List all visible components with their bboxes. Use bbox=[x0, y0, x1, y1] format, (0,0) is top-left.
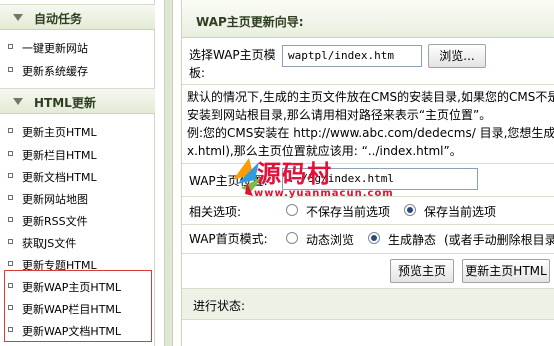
location-input[interactable]: ../3g/index.html bbox=[282, 168, 478, 190]
menu-item-update-wap-column-html[interactable]: 更新WAP栏目HTML bbox=[0, 298, 150, 318]
menu-item-update-cache[interactable]: 更新系统缓存 bbox=[0, 60, 150, 80]
browse-button[interactable]: 浏览... bbox=[428, 44, 486, 68]
divider bbox=[182, 84, 554, 85]
divider bbox=[182, 163, 554, 164]
menu-item-update-column-html[interactable]: 更新栏目HTML bbox=[0, 144, 150, 164]
bullet-icon bbox=[8, 67, 13, 72]
preview-home-button[interactable]: 预览主页 bbox=[390, 259, 454, 283]
status-label: 进行状态: bbox=[193, 299, 246, 313]
mode-note: (或者手动删除根目录 bbox=[444, 233, 554, 247]
menu-item-label: 更新WAP文档HTML bbox=[22, 325, 122, 338]
menu-item-label: 获取JS文件 bbox=[22, 237, 77, 250]
mode-static-radio[interactable] bbox=[368, 232, 380, 244]
section-auto-tasks-header[interactable]: 自动任务 bbox=[0, 4, 155, 30]
menu-item-label: 更新WAP栏目HTML bbox=[22, 303, 122, 316]
option-save-radio[interactable] bbox=[404, 204, 416, 216]
mode-label: WAP首页模式: bbox=[189, 232, 268, 246]
menu-item-update-doc-html[interactable]: 更新文档HTML bbox=[0, 166, 150, 186]
main-panel: WAP主页更新向导: 选择WAP主页模 板: waptpl/index.htm … bbox=[181, 0, 554, 346]
menu-item-label: 更新栏目HTML bbox=[22, 149, 97, 162]
frame-splitter[interactable] bbox=[156, 0, 180, 346]
status-bar: 进行状态: bbox=[182, 288, 554, 320]
help-text: 默认的情况下,生成的主页文件放在CMS的安装目录,如果您的CMS不是 安装到网站… bbox=[187, 88, 554, 160]
menu-item-label: 更新主页HTML bbox=[22, 126, 97, 139]
help-line: 默认的情况下,生成的主页文件放在CMS的安装目录,如果您的CMS不是 bbox=[187, 90, 554, 104]
template-label-line1: 选择WAP主页模 bbox=[189, 48, 276, 62]
mode-static-label[interactable]: 生成静态 bbox=[388, 231, 436, 248]
bullet-icon bbox=[8, 217, 13, 222]
splitter-bar[interactable] bbox=[164, 0, 173, 346]
panel-header: WAP主页更新向导: bbox=[182, 0, 554, 38]
bullet-icon bbox=[8, 327, 13, 332]
bullet-icon bbox=[8, 261, 13, 266]
menu-item-label: 更新系统缓存 bbox=[22, 65, 88, 78]
bullet-icon bbox=[8, 283, 13, 288]
options-label: 相关选项: bbox=[189, 205, 242, 219]
update-home-html-button[interactable]: 更新主页HTML bbox=[462, 259, 550, 283]
option-no-save-radio[interactable] bbox=[286, 204, 298, 216]
section-html-update-header[interactable]: HTML更新 bbox=[0, 88, 155, 114]
bullet-icon bbox=[8, 151, 13, 156]
divider bbox=[182, 196, 554, 197]
menu-item-label: 更新网站地图 bbox=[22, 193, 88, 206]
divider bbox=[182, 253, 554, 254]
menu-item-label: 更新文档HTML bbox=[22, 171, 97, 184]
option-no-save-label[interactable]: 不保存当前选项 bbox=[306, 203, 390, 220]
divider bbox=[182, 224, 554, 225]
help-line: 安装到网站根目录,那么请用相对路径来表示“主页位置”。 bbox=[187, 108, 492, 122]
mode-dynamic-label[interactable]: 动态浏览 bbox=[306, 231, 354, 248]
menu-item-label: 更新WAP主页HTML bbox=[22, 281, 122, 294]
section-title: 自动任务 bbox=[34, 12, 83, 26]
bullet-icon bbox=[8, 173, 13, 178]
template-input[interactable]: waptpl/index.htm bbox=[282, 45, 422, 67]
collapse-triangle-icon bbox=[13, 14, 23, 21]
menu-item-update-rss[interactable]: 更新RSS文件 bbox=[0, 210, 150, 230]
page-title: WAP主页更新向导: bbox=[196, 15, 304, 29]
menu-item-update-home-html[interactable]: 更新主页HTML bbox=[0, 121, 150, 141]
location-label: WAP主页位置: bbox=[189, 174, 268, 188]
mode-dynamic-radio[interactable] bbox=[286, 232, 298, 244]
menu-item-label: 一键更新网站 bbox=[22, 42, 88, 55]
bullet-icon bbox=[8, 128, 13, 133]
bullet-icon bbox=[8, 305, 13, 310]
help-line: 例:您的CMS安装在 http://www.abc.com/dedecms/ 目… bbox=[187, 126, 554, 140]
left-menu: 自动任务 一键更新网站 更新系统缓存 HTML更新 更新主页HTML 更新栏目H… bbox=[0, 0, 155, 346]
menu-item-update-wap-doc-html[interactable]: 更新WAP文档HTML bbox=[0, 320, 150, 340]
bullet-icon bbox=[8, 195, 13, 200]
bullet-icon bbox=[8, 44, 13, 49]
menu-item-update-wap-home-html[interactable]: 更新WAP主页HTML bbox=[0, 276, 150, 296]
template-label-line2: 板: bbox=[189, 66, 206, 80]
section-title: HTML更新 bbox=[34, 96, 96, 110]
bullet-icon bbox=[8, 239, 13, 244]
menu-item-get-js[interactable]: 获取JS文件 bbox=[0, 232, 150, 252]
menu-item-label: 更新RSS文件 bbox=[22, 215, 88, 228]
option-save-label[interactable]: 保存当前选项 bbox=[424, 203, 496, 220]
menu-item-one-click-update[interactable]: 一键更新网站 bbox=[0, 37, 150, 57]
help-line: x.html),那么主页位置就应该用: “../index.html”。 bbox=[187, 144, 462, 158]
collapse-triangle-icon bbox=[13, 98, 23, 105]
menu-item-update-sitemap[interactable]: 更新网站地图 bbox=[0, 188, 150, 208]
